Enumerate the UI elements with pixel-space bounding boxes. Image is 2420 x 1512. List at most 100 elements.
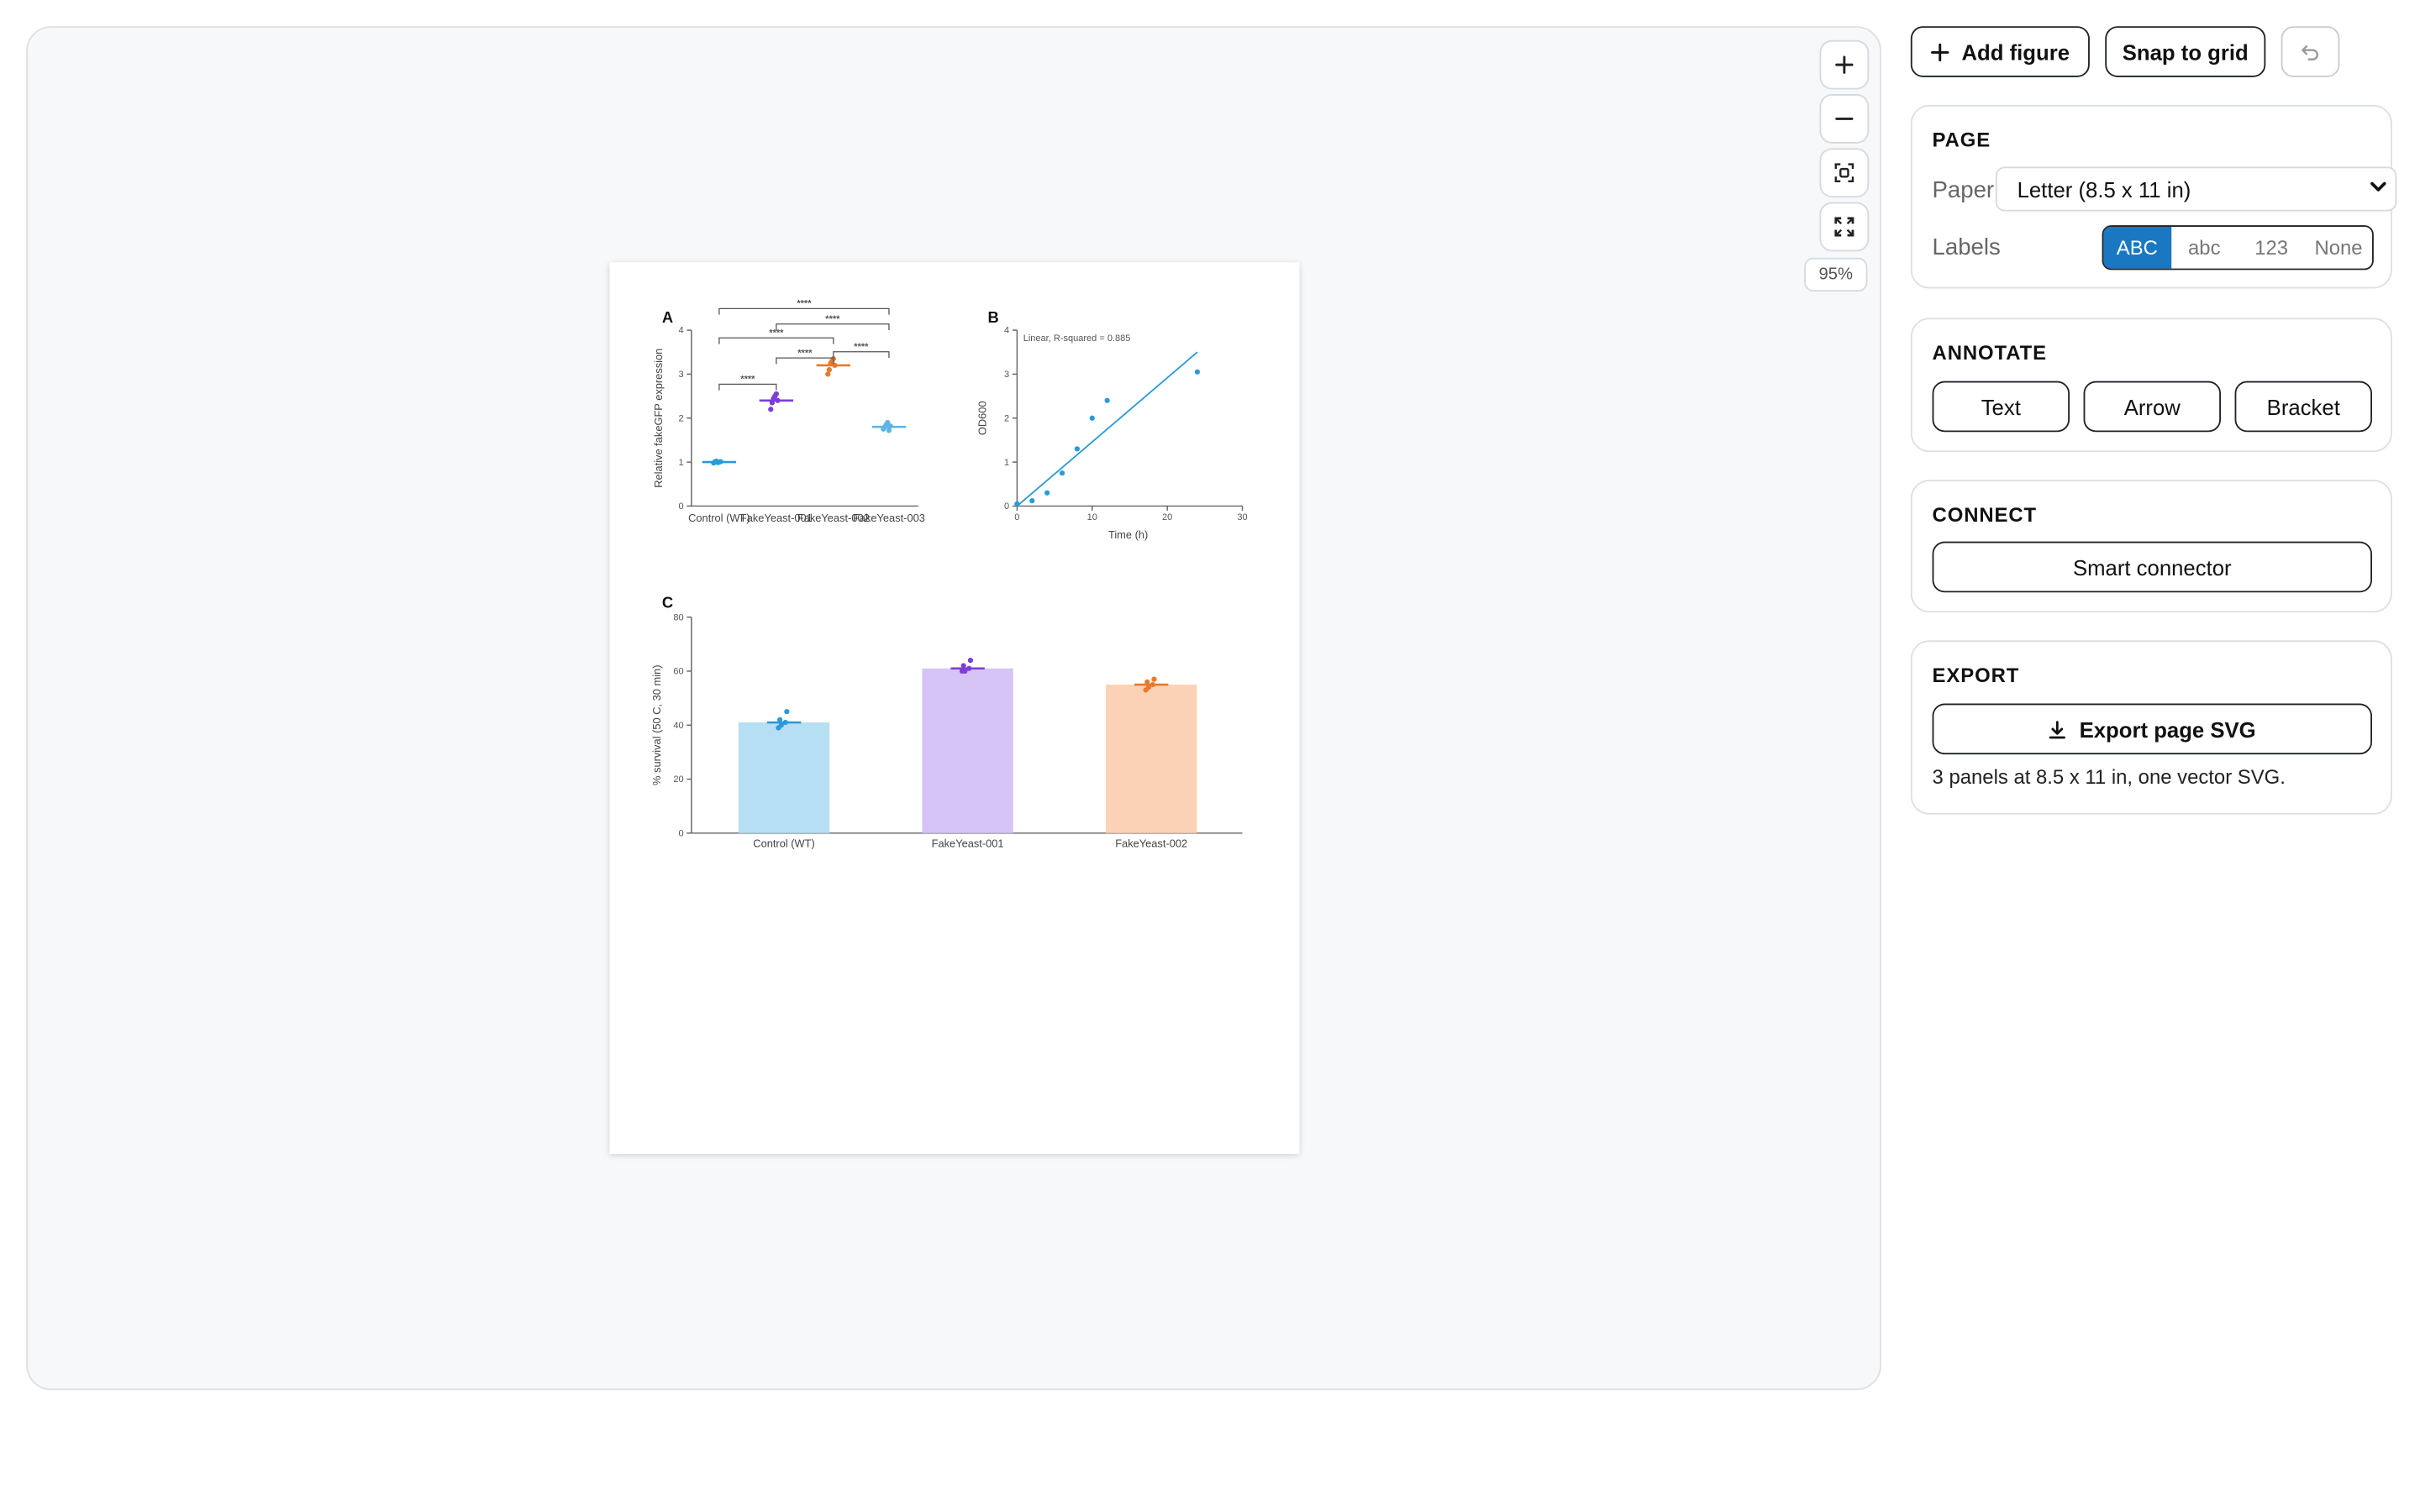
panel-c-bar bbox=[922, 668, 1013, 833]
panel-a-significance-bracket bbox=[776, 357, 834, 365]
fullscreen-icon bbox=[1834, 217, 1854, 237]
panel-a-significance-label: **** bbox=[797, 299, 812, 309]
paper-select[interactable]: Letter (8.5 x 11 in) bbox=[1995, 166, 2397, 212]
panel-c-y-axis-label: % survival (50 C, 30 min) bbox=[650, 665, 663, 785]
export-section-title: EXPORT bbox=[1932, 663, 2020, 687]
annotate-card: ANNOTATE Text Arrow Bracket bbox=[1910, 318, 2392, 453]
fullscreen-button[interactable] bbox=[1819, 202, 1870, 252]
panel-a-significance-bracket bbox=[718, 383, 777, 391]
undo-button[interactable] bbox=[2281, 26, 2340, 77]
add-figure-button[interactable]: Add figure bbox=[1910, 26, 2090, 77]
panel-b-y-axis-label: OD600 bbox=[976, 401, 989, 435]
panel-a-data-point bbox=[768, 407, 774, 412]
panel-a-significance-bracket bbox=[718, 307, 890, 315]
panel-c-data-point bbox=[962, 668, 968, 675]
chevron-down-icon bbox=[2370, 181, 2386, 192]
panel-c-data-point bbox=[967, 657, 974, 664]
page-sheet[interactable]: A 0 1 2 3 4 Relative fakeGFP expression Control… bbox=[609, 262, 1300, 1154]
panel-b-y-tick-label: 2 bbox=[1004, 413, 1009, 423]
panel-label-a: A bbox=[662, 308, 673, 326]
panel-a-data-point bbox=[773, 391, 779, 397]
panel-b-x-tick-label: 30 bbox=[1237, 512, 1247, 522]
panel-c-data-point bbox=[784, 709, 790, 715]
text-annotation-button[interactable]: Text bbox=[1932, 381, 2070, 433]
panel-c-data-point bbox=[1144, 679, 1150, 685]
connect-card: CONNECT Smart connector bbox=[1910, 480, 2392, 613]
panel-b-data-point bbox=[1059, 470, 1065, 476]
panel-c-y-tick-label: 40 bbox=[673, 721, 683, 731]
label-option-lowercase[interactable]: abc bbox=[2170, 227, 2238, 269]
labels-label: Labels bbox=[1932, 234, 2001, 261]
add-figure-label: Add figure bbox=[1961, 39, 2070, 65]
panel-b-data-point bbox=[1089, 415, 1095, 421]
panel-b-x-tick-label: 10 bbox=[1087, 512, 1097, 522]
panel-a-y-tick-label: 4 bbox=[679, 326, 684, 336]
panel-c-data-point bbox=[778, 722, 784, 728]
download-icon bbox=[2049, 720, 2066, 738]
panel-a-y-tick-label: 2 bbox=[679, 413, 684, 423]
snap-to-grid-button[interactable]: Snap to grid bbox=[2105, 26, 2266, 77]
panel-b-data-point bbox=[1074, 446, 1081, 452]
labels-segmented-control: ABC abc 123 None bbox=[2102, 225, 2374, 270]
panel-b-y-tick-label: 3 bbox=[1004, 370, 1009, 380]
export-card: EXPORT Export page SVG 3 panels at 8.5 x… bbox=[1910, 640, 2392, 815]
annotate-section-title: ANNOTATE bbox=[1932, 340, 2048, 365]
label-option-numeric[interactable]: 123 bbox=[2238, 227, 2305, 269]
panel-b-data-point bbox=[1104, 397, 1110, 403]
panel-c-data-point bbox=[960, 663, 966, 669]
panel-a-y-tick-label: 3 bbox=[679, 370, 684, 380]
panel-b-y-tick-label: 1 bbox=[1004, 458, 1009, 468]
panel-a-significance-bracket bbox=[776, 323, 890, 331]
panel-a-significance-label: **** bbox=[740, 375, 755, 385]
panel-c-y-tick-label: 20 bbox=[673, 774, 683, 785]
panel-c-y-tick-label: 80 bbox=[673, 612, 683, 622]
panel-a-significance-label: **** bbox=[825, 314, 840, 324]
figure-canvas: A 0 1 2 3 4 Relative fakeGFP expression Control… bbox=[650, 299, 1248, 850]
smart-connector-button[interactable]: Smart connector bbox=[1932, 541, 2373, 593]
snap-to-grid-label: Snap to grid bbox=[2122, 39, 2249, 65]
panel-a-significance-bracket bbox=[718, 337, 834, 344]
panel-a-data-point bbox=[826, 367, 832, 373]
bracket-annotation-button[interactable]: Bracket bbox=[2234, 381, 2373, 433]
export-note: 3 panels at 8.5 x 11 in, one vector SVG. bbox=[1932, 765, 2286, 789]
panel-a-y-tick-label: 1 bbox=[679, 458, 684, 468]
panel-b-data-point bbox=[1194, 369, 1201, 375]
arrow-annotation-button[interactable]: Arrow bbox=[2083, 381, 2222, 433]
panel-b-fit-annotation: Linear, R-squared = 0.885 bbox=[1023, 333, 1131, 344]
zoom-in-button[interactable] bbox=[1819, 39, 1870, 90]
panel-c-x-tick-label: FakeYeast-001 bbox=[932, 837, 1004, 849]
panel-c-data-point bbox=[776, 717, 783, 722]
zoom-level: 95% bbox=[1804, 257, 1868, 292]
zoom-out-button[interactable] bbox=[1819, 94, 1870, 144]
label-option-uppercase[interactable]: ABC bbox=[2103, 226, 2171, 269]
panel-b-data-point bbox=[1029, 498, 1035, 504]
panel-a-significance-bracket bbox=[833, 351, 890, 359]
panel-b-y-tick-label: 4 bbox=[1004, 326, 1009, 336]
panel-a-y-axis-label: Relative fakeGFP expression bbox=[652, 349, 665, 488]
page-card: PAGE Paper Letter (8.5 x 11 in) Labels A… bbox=[1910, 104, 2397, 289]
label-option-none[interactable]: None bbox=[2305, 227, 2372, 269]
paper-select-value: Letter (8.5 x 11 in) bbox=[2017, 176, 2191, 202]
fit-screen-icon bbox=[1834, 163, 1854, 183]
paper-label: Paper bbox=[1932, 177, 1995, 204]
zoom-in-icon bbox=[1835, 55, 1854, 74]
panel-c-y-tick-label: 60 bbox=[673, 667, 683, 677]
fit-screen-button[interactable] bbox=[1819, 148, 1870, 198]
panel-label-c: C bbox=[662, 594, 673, 612]
export-page-svg-button[interactable]: Export page SVG bbox=[1932, 703, 2373, 755]
panel-c-bar bbox=[1105, 685, 1197, 833]
connect-section-title: CONNECT bbox=[1932, 502, 2038, 527]
panel-c-x-tick-label: FakeYeast-002 bbox=[1115, 837, 1187, 849]
panel-c-y-tick-label: 0 bbox=[679, 828, 684, 838]
panel-c-data-point bbox=[1145, 685, 1151, 690]
export-button-label: Export page SVG bbox=[2079, 717, 2256, 742]
panel-b-data-point bbox=[1014, 501, 1020, 507]
plus-icon bbox=[1931, 42, 1949, 61]
panel-c-bar bbox=[738, 722, 830, 833]
panel-b-fit-line bbox=[1016, 351, 1198, 507]
page-section-title: PAGE bbox=[1932, 128, 1991, 151]
zoom-out-icon bbox=[1835, 117, 1854, 120]
panel-a-x-tick-label: FakeYeast-003 bbox=[853, 512, 925, 524]
panel-a-significance-label: **** bbox=[797, 348, 813, 358]
panel-b-y-tick-label: 0 bbox=[1004, 501, 1009, 512]
